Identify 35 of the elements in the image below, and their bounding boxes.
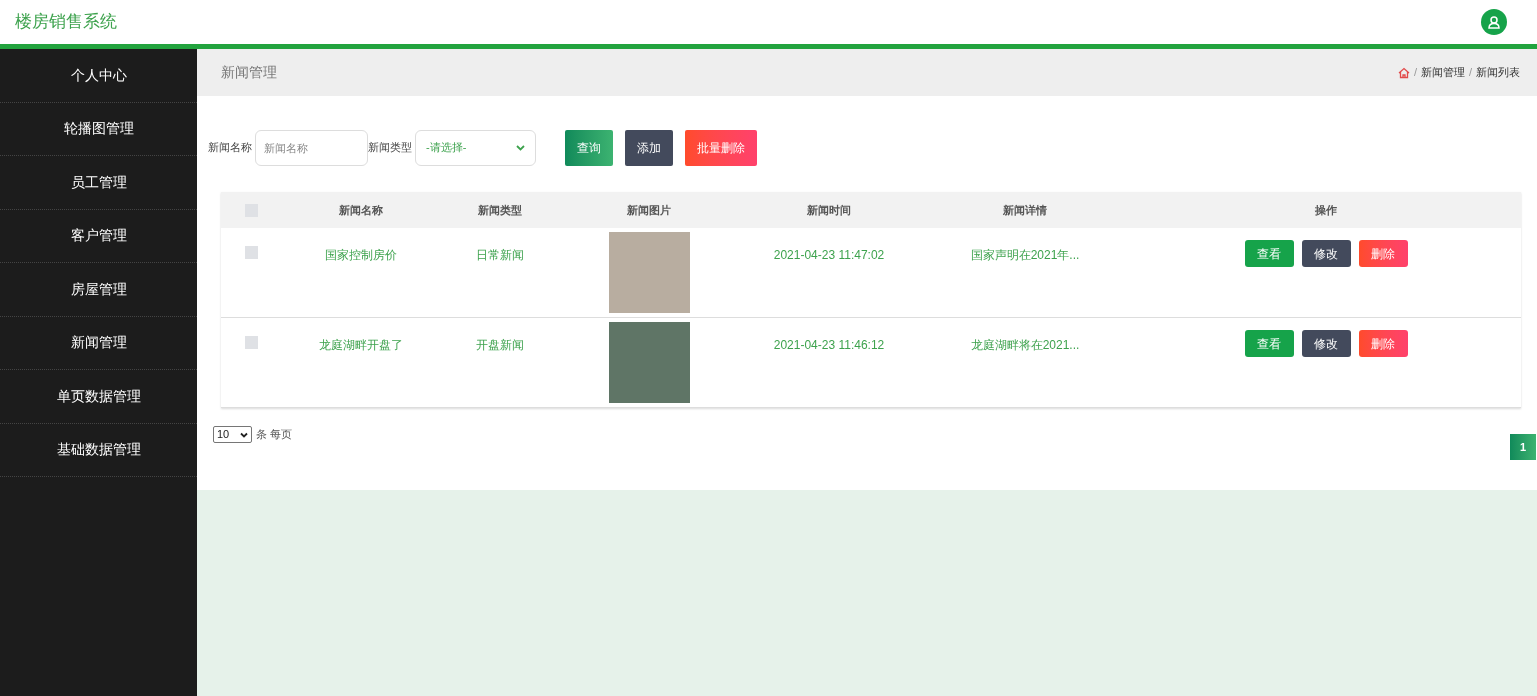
table-cell-text: 2021-04-23 11:46:12: [773, 337, 885, 354]
search-button[interactable]: 查询: [565, 129, 613, 166]
page-size-dropdown[interactable]: 10: [213, 426, 252, 443]
filter-label: 新闻类型: [368, 140, 412, 156]
breadcrumb-separator: /: [1468, 65, 1472, 81]
chevron-down-icon: [516, 143, 525, 152]
add-button[interactable]: 添加: [625, 129, 673, 166]
table-cell-text: 开盘新闻: [476, 337, 524, 354]
chevron-down-icon: [240, 430, 248, 439]
row-checkbox[interactable]: [244, 246, 258, 259]
table-cell-text: 日常新闻: [476, 247, 524, 264]
row-checkbox[interactable]: [244, 336, 258, 349]
filter-label: 新闻名称: [208, 140, 252, 156]
column-header: 操作: [1314, 202, 1338, 218]
news-name-field[interactable]: 新闻名称: [255, 129, 368, 166]
column-header: 新闻详情: [1002, 202, 1048, 218]
breadcrumb-separator: /: [1413, 65, 1417, 81]
table-cell-text: 龙庭湖畔开盘了: [319, 337, 403, 354]
breadcrumb-link[interactable]: 新闻列表: [1476, 64, 1520, 81]
page-size-label: 条 每页: [256, 427, 293, 443]
column-header: 新闻图片: [626, 202, 672, 218]
column-header: 新闻名称: [338, 202, 384, 218]
column-header: 新闻时间: [806, 202, 852, 218]
table-cell-text: 国家声明在2021年...: [970, 247, 1080, 264]
app-title: 楼房销售系统: [15, 11, 117, 34]
edit-button[interactable]: 修改: [1301, 240, 1351, 267]
user-avatar-icon[interactable]: [1481, 9, 1507, 35]
page-title: 新闻管理: [221, 63, 277, 82]
home-icon[interactable]: [1397, 66, 1410, 79]
edit-button[interactable]: 修改: [1301, 330, 1351, 357]
table-cell-text: 国家控制房价: [325, 247, 397, 264]
table-cell-text: 2021-04-23 11:47:02: [773, 247, 885, 264]
breadcrumb-link[interactable]: 新闻管理: [1420, 64, 1465, 81]
table-cell-text: 龙庭湖畔将在2021...: [970, 337, 1080, 354]
column-header: 新闻类型: [477, 202, 523, 218]
